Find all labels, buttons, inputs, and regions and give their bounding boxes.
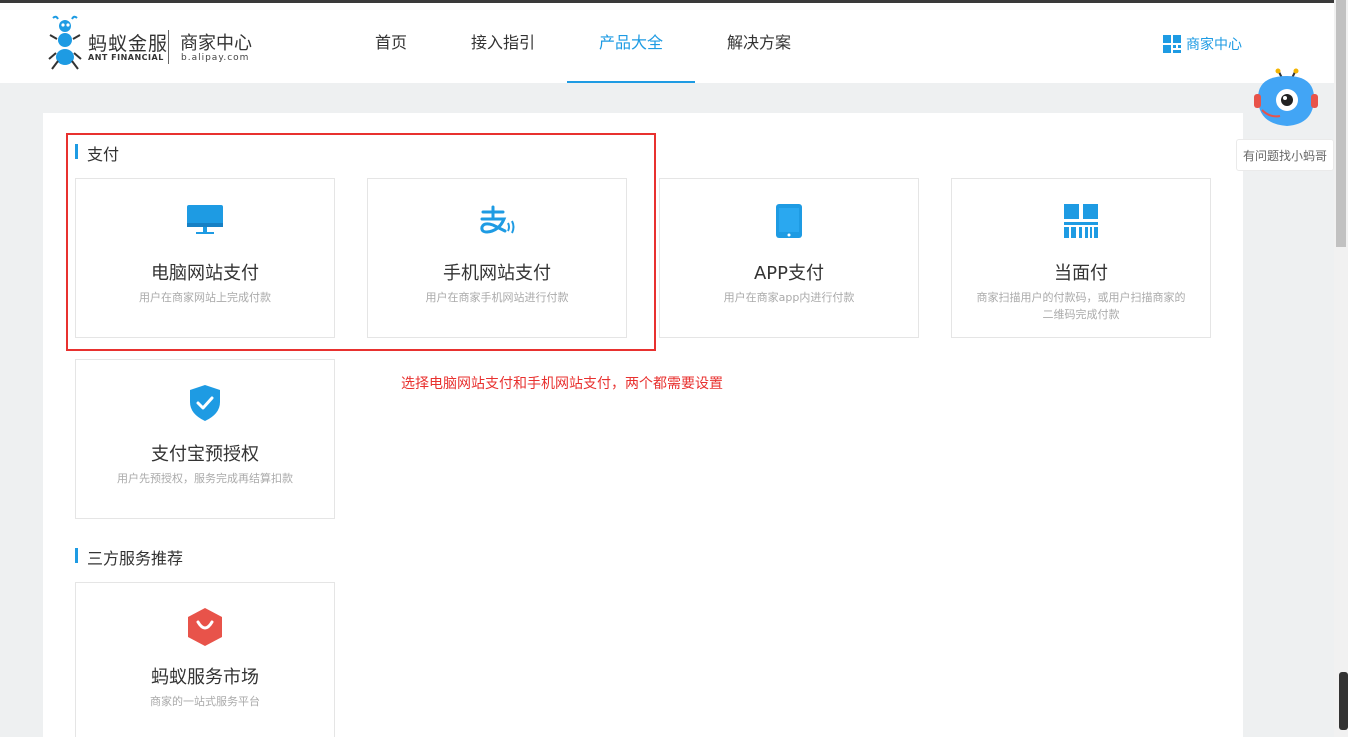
annotation-note: 选择电脑网站支付和手机网站支付，两个都需要设置: [401, 376, 723, 392]
card-desc: 用户在商家网站上完成付款: [139, 291, 271, 304]
nav-integration-guide[interactable]: 接入指引: [439, 3, 567, 83]
nav-solutions[interactable]: 解决方案: [695, 3, 823, 83]
section-title-third-party: 三方服务推荐: [75, 545, 183, 569]
logo-title: 蚂蚁金服: [88, 33, 169, 55]
card-title: 蚂蚁服务市场: [151, 667, 259, 688]
grid-icon: [1163, 35, 1181, 53]
alipay-icon: [480, 205, 515, 234]
card-pre-authorization[interactable]: 支付宝预授权 用户先预授权，服务完成再结算扣款: [75, 359, 335, 519]
robot-assistant-icon[interactable]: [1250, 68, 1320, 134]
section-title-payment: 支付: [75, 141, 119, 165]
side-widget: [1339, 672, 1348, 730]
card-ant-service-market[interactable]: 蚂蚁服务市场 商家的一站式服务平台: [75, 582, 335, 737]
card-title: 支付宝预授权: [151, 444, 259, 465]
ant-logo-icon: [48, 15, 82, 70]
card-app-pay[interactable]: APP支付 用户在商家app内进行付款: [659, 178, 919, 338]
card-desc: 商家的一站式服务平台: [150, 695, 260, 708]
card-desc: 商家扫描用户的付款码，或用户扫描商家的二维码完成付款: [976, 291, 1186, 321]
card-pc-web-pay[interactable]: 电脑网站支付 用户在商家网站上完成付款: [75, 178, 335, 338]
header: 蚂蚁金服 ANT FINANCIAL 商家中心 b.alipay.com 首页 …: [0, 3, 1334, 83]
logo[interactable]: 蚂蚁金服 ANT FINANCIAL 商家中心 b.alipay.com: [48, 13, 258, 73]
card-title: 电脑网站支付: [151, 263, 259, 284]
card-title: 手机网站支付: [443, 263, 551, 284]
merchant-center-label: 商家中心: [1186, 37, 1242, 53]
nav-products[interactable]: 产品大全: [567, 3, 696, 83]
logo-subtitle-en: ANT FINANCIAL: [88, 53, 164, 62]
logo-domain: b.alipay.com: [181, 53, 250, 63]
main-nav: 首页 接入指引 产品大全 解决方案: [343, 3, 823, 83]
phone-icon: [776, 204, 802, 238]
logo-merchant-center: 商家中心: [180, 33, 252, 54]
card-face-to-face-pay[interactable]: 当面付 商家扫描用户的付款码，或用户扫描商家的二维码完成付款: [951, 178, 1211, 338]
logo-divider: [168, 30, 169, 64]
qrcode-icon: [1064, 204, 1098, 238]
help-button[interactable]: 有问题找小蚂哥: [1236, 139, 1334, 171]
shopping-bag-icon: [188, 608, 222, 646]
card-title: 当面付: [1054, 263, 1108, 284]
card-title: APP支付: [753, 263, 825, 284]
desktop-icon: [187, 205, 223, 234]
nav-home[interactable]: 首页: [343, 3, 439, 83]
card-desc: 用户在商家手机网站进行付款: [425, 291, 569, 304]
merchant-center-link[interactable]: 商家中心: [1163, 34, 1242, 54]
shield-check-icon: [190, 385, 220, 421]
scrollbar-thumb[interactable]: [1336, 0, 1346, 247]
card-desc: 用户先预授权，服务完成再结算扣款: [117, 472, 293, 485]
card-desc: 用户在商家app内进行付款: [723, 291, 855, 304]
card-mobile-web-pay[interactable]: 手机网站支付 用户在商家手机网站进行付款: [367, 178, 627, 338]
